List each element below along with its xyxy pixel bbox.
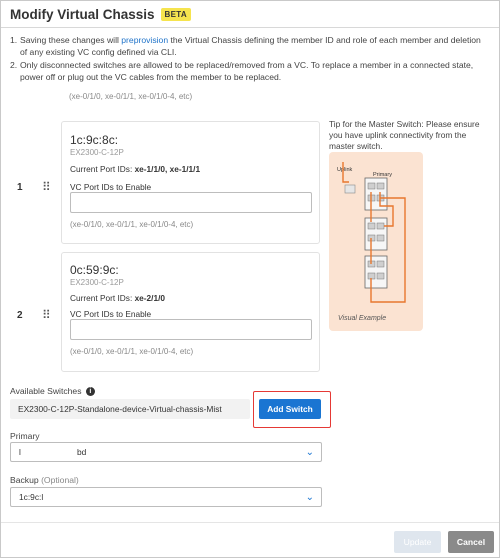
note-2: 2. Only disconnected switches are allowe… bbox=[10, 59, 490, 83]
vc-port-hint: (xe-0/1/0, xe-0/1/1, xe-0/1/0-4, etc) bbox=[70, 347, 194, 356]
note-text: Only disconnected switches are allowed t… bbox=[20, 60, 474, 82]
vc-port-label: VC Port IDs to Enable bbox=[70, 182, 152, 192]
modal-title: Modify Virtual Chassis bbox=[10, 6, 155, 22]
primary-value-a: l bbox=[19, 447, 21, 457]
note-number: 2. bbox=[10, 60, 18, 70]
beta-badge: BETA bbox=[160, 7, 191, 21]
drag-handle-icon[interactable]: ⠿ bbox=[42, 181, 52, 193]
member-index: 2 bbox=[17, 310, 23, 321]
backup-label-text: Backup bbox=[10, 475, 39, 485]
visual-example-caption: Visual Example bbox=[338, 315, 387, 322]
primary-select[interactable]: l bd ⌄ bbox=[10, 442, 322, 462]
backup-value: 1c:9c:l bbox=[19, 492, 44, 502]
master-switch-tip: Tip for the Master Switch: Please ensure… bbox=[329, 119, 480, 151]
visual-example-diagram: Uplink Primary Visual Example bbox=[329, 152, 423, 331]
uplink-label: Uplink bbox=[337, 167, 353, 173]
footer-divider bbox=[1, 522, 499, 523]
cancel-button[interactable]: Cancel bbox=[448, 531, 494, 553]
member-mac: 0c:59:9c: bbox=[70, 263, 119, 277]
add-switch-button[interactable]: Add Switch bbox=[259, 399, 321, 419]
primary-label: Primary bbox=[373, 172, 392, 178]
current-port-ids: Current Port IDs: xe-1/1/0, xe-1/1/1 bbox=[70, 164, 200, 174]
modify-virtual-chassis-modal: Modify Virtual Chassis BETA 1. Saving th… bbox=[0, 0, 500, 558]
note-text: Saving these changes will preprovision t… bbox=[20, 34, 490, 58]
backup-label: Backup (Optional) bbox=[10, 475, 79, 485]
ports-label: Current Port IDs: bbox=[70, 164, 135, 174]
member-index: 1 bbox=[17, 182, 23, 193]
update-button[interactable]: Update bbox=[394, 531, 441, 553]
vc-cabling-diagram: Uplink Primary bbox=[337, 162, 406, 303]
optional-tag: (Optional) bbox=[41, 475, 79, 485]
ports-label: Current Port IDs: bbox=[70, 293, 135, 303]
available-switch-item[interactable]: EX2300-C-12P-Standalone-device-Virtual-c… bbox=[10, 399, 250, 419]
chevron-down-icon: ⌄ bbox=[305, 492, 314, 503]
notes-list: 1. Saving these changes will preprovisio… bbox=[10, 34, 490, 84]
member-card: 0c:59:9c: EX2300-C-12P Current Port IDs:… bbox=[61, 252, 320, 372]
primary-value-b: bd bbox=[77, 447, 87, 457]
ports-value: xe-2/1/0 bbox=[134, 293, 166, 303]
ports-value: xe-1/1/0, xe-1/1/1 bbox=[134, 164, 201, 174]
backup-select[interactable]: 1c:9c:l ⌄ bbox=[10, 487, 322, 507]
vc-port-input[interactable] bbox=[70, 319, 312, 340]
member-model: EX2300-C-12P bbox=[70, 148, 124, 157]
member-card: 1c:9c:8c: EX2300-C-12P Current Port IDs:… bbox=[61, 121, 320, 244]
modal-header: Modify Virtual Chassis BETA bbox=[1, 1, 499, 28]
info-icon[interactable]: i bbox=[85, 387, 95, 397]
chevron-down-icon: ⌄ bbox=[305, 447, 314, 458]
available-switches-text: Available Switches bbox=[10, 386, 82, 396]
drag-handle-icon[interactable]: ⠿ bbox=[42, 309, 52, 321]
member-mac: 1c:9c:8c: bbox=[70, 133, 119, 147]
preprovision-link[interactable]: preprovision bbox=[121, 35, 168, 45]
available-switches-label: Available Switches i bbox=[10, 386, 95, 397]
vc-port-input[interactable] bbox=[70, 192, 312, 213]
current-port-ids: Current Port IDs: xe-2/1/0 bbox=[70, 293, 165, 303]
note-text-pre: Saving these changes will bbox=[20, 35, 122, 45]
member-model: EX2300-C-12P bbox=[70, 278, 124, 287]
note-1: 1. Saving these changes will preprovisio… bbox=[10, 34, 490, 58]
primary-label: Primary bbox=[10, 431, 40, 441]
vc-port-hint: (xe-0/1/0, xe-0/1/1, xe-0/1/0-4, etc) bbox=[70, 220, 194, 229]
note-number: 1. bbox=[10, 35, 18, 45]
vc-port-hint: (xe-0/1/0, xe-0/1/1, xe-0/1/0-4, etc) bbox=[69, 92, 193, 101]
vc-port-label: VC Port IDs to Enable bbox=[70, 309, 152, 319]
